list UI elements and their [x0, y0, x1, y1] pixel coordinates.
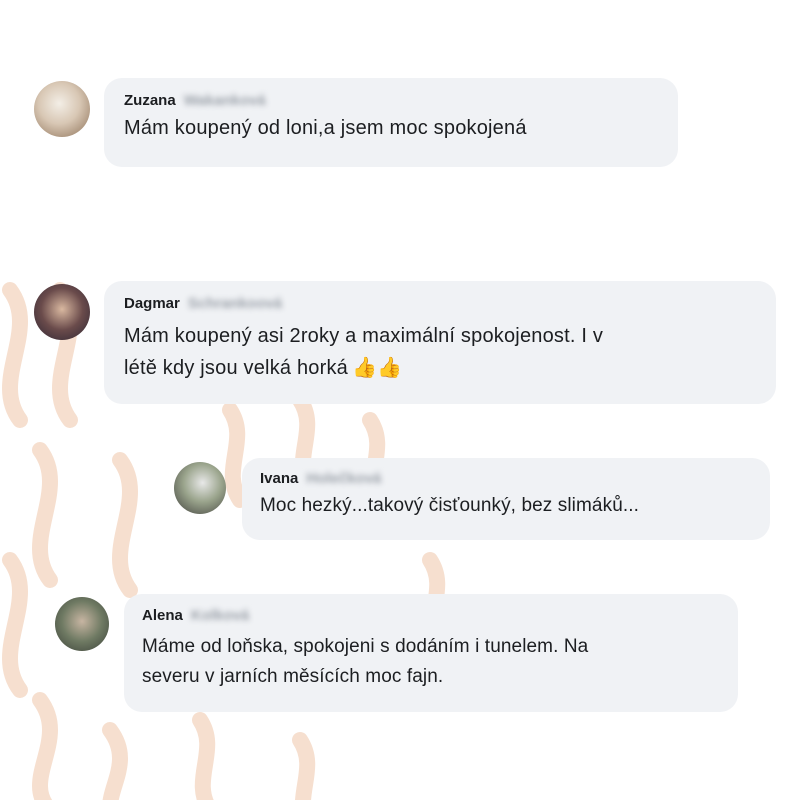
author-surname-blurred: Wakanková: [183, 92, 266, 109]
avatar[interactable]: [174, 462, 226, 514]
avatar[interactable]: [34, 81, 90, 137]
author-name[interactable]: Zuzana: [124, 92, 176, 109]
author-name[interactable]: Dagmar: [124, 295, 180, 312]
author-surname-blurred: Holečková: [306, 470, 382, 487]
comment-bubble: Dagmar Schrankoová Mám koupený asi 2roky…: [104, 281, 776, 404]
comment-bubble: Ivana Holečková Moc hezký...takový čisťo…: [242, 458, 770, 540]
author-surname-blurred: Kolková: [190, 607, 250, 624]
avatar[interactable]: [55, 597, 109, 651]
author-name[interactable]: Alena: [142, 607, 183, 624]
avatar[interactable]: [34, 284, 90, 340]
comment-text: Mám koupený od loni,a jsem moc spokojená: [124, 117, 527, 139]
comment-text: Moc hezký...takový čisťounký, bez slimák…: [260, 495, 639, 516]
author-surname-blurred: Schrankoová: [187, 295, 283, 312]
thumbs-up-icon: 👍👍: [352, 357, 403, 379]
comment-bubble: Alena Kolková Máme od loňska, spokojeni …: [124, 594, 738, 712]
comment-text: Mám koupený asi 2roky a maximální spokoj…: [124, 320, 756, 384]
comment-text: Máme od loňska, spokojeni s dodáním i tu…: [142, 636, 589, 687]
author-name[interactable]: Ivana: [260, 470, 298, 487]
comment-bubble: Zuzana Wakanková Mám koupený od loni,a j…: [104, 78, 678, 167]
